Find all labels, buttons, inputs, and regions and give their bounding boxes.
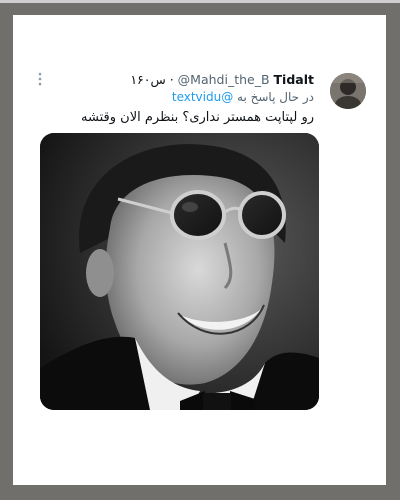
tweet[interactable]: ۱۶۰س · @Mahdi_the_B Tidalt در حال پاسخ ب… <box>13 15 386 485</box>
replying-to: در حال پاسخ به @textvidu <box>172 90 314 104</box>
reply-prefix: در حال پاسخ به <box>237 90 314 104</box>
separator: · <box>165 72 178 87</box>
reply-mention-link[interactable]: @textvidu <box>172 90 233 104</box>
tweet-photo[interactable] <box>40 133 319 410</box>
more-vertical-icon[interactable] <box>36 71 44 87</box>
tweet-header: ۱۶۰س · @Mahdi_the_B Tidalt <box>130 72 314 87</box>
avatar[interactable] <box>330 73 366 109</box>
top-edge <box>0 0 400 3</box>
tweet-time[interactable]: ۱۶۰س <box>130 72 165 87</box>
screenshot-card: ۱۶۰س · @Mahdi_the_B Tidalt در حال پاسخ ب… <box>13 15 386 485</box>
user-handle[interactable]: @Mahdi_the_B <box>178 72 270 87</box>
tweet-text: رو لپتاپت همستر نداری؟ بنظرم الان وقتشه <box>81 110 314 125</box>
display-name[interactable]: Tidalt <box>274 72 314 87</box>
